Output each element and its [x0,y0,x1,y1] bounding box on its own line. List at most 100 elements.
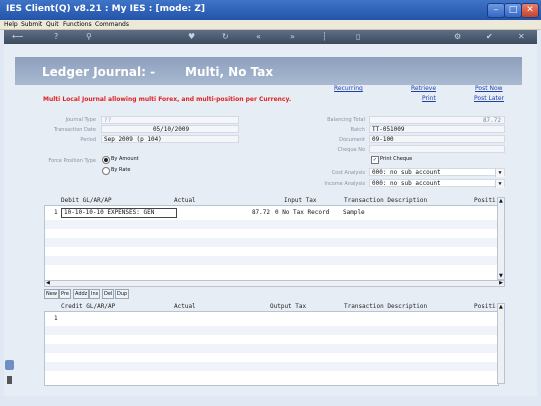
tab-ins[interactable]: Ins [89,289,101,299]
cancel-icon[interactable]: ✕ [518,31,525,43]
menu-quit[interactable]: Quit [46,20,59,29]
tab-del[interactable]: Del [102,289,115,299]
debit-col-actual: Actual [174,197,196,204]
last-icon[interactable]: » [290,31,295,43]
credit-vertical-scrollbar[interactable]: ▲ [497,303,505,384]
window-title: IES Client(Q) v8.21 : My IES : [mode: Z] [6,4,206,14]
copy-icon[interactable]: ▯ [356,31,360,43]
page-subtitle: Multi, No Tax [185,65,274,79]
print-link[interactable]: Print [422,95,436,102]
table-row[interactable] [45,326,498,335]
balancing-total-field: 87.72 [369,116,505,124]
chevron-down-icon[interactable]: ▼ [495,180,504,188]
by-rate-label: By Rate [111,167,131,173]
menu-bar: Help Submit Quit Functions Commands [0,20,541,30]
exit-icon[interactable]: ⟵ [12,31,23,43]
menu-submit[interactable]: Submit [21,20,42,29]
close-button[interactable]: ✕ [521,3,539,18]
debit-col-account: Debit GL/AR/AP [61,197,112,204]
tab-new[interactable]: New [44,289,59,299]
side-info-icon[interactable] [7,376,12,384]
refresh-icon[interactable]: ↻ [222,31,229,43]
period-label: Period [80,137,96,143]
post-later-link[interactable]: Post Later [474,95,504,102]
print-cheque-checkbox[interactable]: ✓ [371,156,379,164]
debit-horizontal-scrollbar[interactable]: ◀ ▶ [44,280,505,287]
tax-cell[interactable]: 0 No Tax Record [275,209,329,216]
credit-grid: 1 [44,311,499,386]
title-bar: IES Client(Q) v8.21 : My IES : [mode: Z]… [0,0,541,20]
debit-col-description: Transaction Description [344,197,428,204]
table-row[interactable]: 1 10-10-10-10 EXPENSES: GEN 87.72 0 No T… [45,208,498,218]
table-row[interactable]: 1 [45,314,498,323]
description-cell[interactable]: Sample [343,209,365,216]
table-row[interactable] [45,362,498,371]
pin-icon[interactable]: ┆ [322,31,327,43]
debit-grid: 1 10-10-10-10 EXPENSES: GEN 87.72 0 No T… [44,205,499,282]
debit-vertical-scrollbar[interactable]: ▲ ▼ [497,197,505,280]
menu-help[interactable]: Help [4,20,18,29]
minimize-button[interactable]: – [487,3,505,18]
credit-col-position: Positi [474,303,496,310]
by-amount-radio[interactable] [102,156,110,164]
gear-icon[interactable]: ⚙ [454,31,461,43]
post-now-link[interactable]: Post Now [475,85,503,92]
tab-addz[interactable]: Addz [73,289,90,299]
batch-field[interactable]: TT-051009 [369,125,505,133]
table-row[interactable] [45,344,498,353]
search-icon[interactable]: ⚲ [86,31,92,43]
scroll-left-icon[interactable]: ◀ [46,280,50,286]
tab-pre[interactable]: Pre [59,289,71,299]
transaction-date-label: Transaction Date [53,127,96,133]
balancing-total-label: Balancing Total [327,117,365,123]
menu-functions[interactable]: Functions [63,20,92,29]
table-row[interactable] [45,220,498,229]
period-field[interactable]: Sep 2009 (p 104) [101,135,239,143]
ok-icon[interactable]: ✔ [486,31,493,43]
row-number: 1 [54,209,58,216]
cheque-no-label: Cheque No [337,147,365,153]
cost-analysis-value: 000: no sub account [372,169,441,176]
income-analysis-value: 000: no sub account [372,180,441,187]
income-analysis-select[interactable]: 000: no sub account ▼ [369,179,505,188]
help-icon[interactable]: ? [54,31,58,43]
cost-analysis-label: Cost Analysis [331,170,365,176]
table-row[interactable] [45,256,498,265]
recurring-link[interactable]: Recurring [334,85,363,92]
info-text: Multi Local Journal allowing multi Forex… [43,96,292,103]
tab-dup[interactable]: Dup [115,289,130,299]
row-number: 1 [54,315,58,322]
cheque-no-field[interactable] [369,145,505,153]
document-label: Document [339,137,365,143]
page-header: Ledger Journal: - Multi, No Tax [15,57,522,85]
favorite-icon[interactable]: ♥ [188,31,195,43]
scroll-up-icon[interactable]: ▲ [499,304,503,310]
account-cell[interactable]: 10-10-10-10 EXPENSES: GEN [61,208,177,218]
maximize-button[interactable]: □ [504,3,522,18]
scroll-down-icon[interactable]: ▼ [499,273,503,279]
credit-col-description: Transaction Description [344,303,428,310]
journal-type-label: Journal Type [65,117,96,123]
by-rate-radio[interactable] [102,167,110,175]
credit-col-actual: Actual [174,303,196,310]
menu-commands[interactable]: Commands [95,20,129,29]
actual-cell[interactable]: 87.72 [220,209,270,216]
print-cheque-label: Print Cheque [380,156,413,162]
chevron-down-icon[interactable]: ▼ [495,169,504,177]
debit-grid-header: Debit GL/AR/AP Actual Input Tax Transact… [44,197,506,205]
retrieve-link[interactable]: Retrieve [411,85,436,92]
batch-label: Batch [350,127,365,133]
debit-col-position: Positi [474,197,496,204]
side-panel-icon[interactable] [5,360,14,370]
transaction-date-field[interactable]: 05/10/2009 [101,125,239,133]
scroll-up-icon[interactable]: ▲ [499,198,503,204]
income-analysis-label: Income Analysis [324,181,365,187]
credit-col-tax: Output Tax [270,303,307,310]
first-icon[interactable]: « [256,31,261,43]
scroll-right-icon[interactable]: ▶ [499,280,503,286]
journal-type-field[interactable]: ?? [101,116,239,124]
cost-analysis-select[interactable]: 000: no sub account ▼ [369,168,505,177]
document-field[interactable]: 09-100 [369,135,505,143]
table-row[interactable] [45,238,498,247]
credit-col-account: Credit GL/AR/AP [61,303,116,310]
